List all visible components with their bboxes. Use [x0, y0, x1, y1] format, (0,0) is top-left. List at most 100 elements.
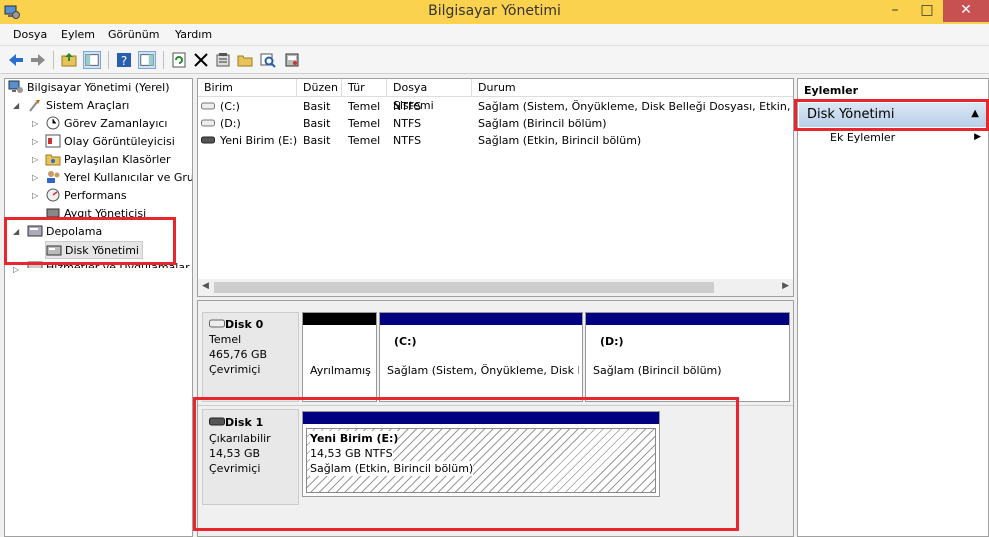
- partition-c[interactable]: (C:) Sağlam (Sistem, Önyükleme, Disk Be: [379, 312, 583, 402]
- maximize-button[interactable]: □: [912, 0, 942, 22]
- menu-bar: Dosya Eylem Görünüm Yardım: [0, 24, 989, 46]
- scroll-right-icon[interactable]: ▶: [782, 281, 789, 291]
- partition-d[interactable]: (D:) Sağlam (Birincil bölüm): [585, 312, 790, 402]
- delete-icon[interactable]: [192, 51, 210, 69]
- expand-arrow-icon[interactable]: ▷: [13, 265, 19, 274]
- partition-bar: [380, 313, 582, 325]
- disk-status: Çevrimiçi: [209, 363, 261, 376]
- expand-arrow-icon[interactable]: ▷: [32, 191, 38, 200]
- submenu-arrow-icon: ▶: [974, 132, 981, 142]
- disk-properties-icon[interactable]: [283, 51, 301, 69]
- table-cell: Basit: [303, 100, 331, 113]
- highlight-actions-box: [794, 99, 989, 131]
- menu-action[interactable]: Eylem: [61, 28, 95, 41]
- tree-item-system-tools[interactable]: Sistem Araçları: [27, 97, 129, 115]
- column-header-status[interactable]: Durum: [472, 79, 793, 97]
- search-icon[interactable]: [259, 51, 277, 69]
- table-cell: NTFS: [393, 100, 422, 113]
- tree-item-root[interactable]: Bilgisayar Yönetimi (Yerel): [8, 79, 170, 97]
- column-header-volume[interactable]: Birim: [198, 79, 297, 97]
- partition-status: Sağlam (Birincil bölüm): [593, 364, 722, 377]
- actions-pane: Eylemler Disk Yönetimi ▲ Ek Eylemler ▶: [797, 78, 989, 537]
- column-header-file-system[interactable]: Dosya Sistemi: [387, 79, 472, 112]
- horizontal-scrollbar[interactable]: ◀ ▶: [198, 279, 793, 296]
- column-header-layout[interactable]: Düzen: [297, 79, 342, 97]
- tree-label: Bilgisayar Yönetimi (Yerel): [27, 81, 170, 94]
- refresh-icon[interactable]: [170, 51, 188, 69]
- svg-text:?: ?: [121, 54, 127, 68]
- partition-bar: [586, 313, 789, 325]
- more-actions-item[interactable]: Ek Eylemler ▶: [830, 131, 985, 147]
- table-cell: Sağlam (Birincil bölüm): [478, 117, 607, 130]
- title-bar: Bilgisayar Yönetimi – □ ✕: [0, 0, 989, 24]
- tree-label: Görev Zamanlayıcı: [64, 117, 168, 130]
- highlight-storage-box: [4, 217, 176, 265]
- drive-icon: [201, 102, 215, 110]
- menu-view[interactable]: Görünüm: [108, 28, 159, 41]
- unallocated-partition[interactable]: Ayrılmamış: [302, 312, 377, 402]
- menu-file[interactable]: Dosya: [13, 28, 47, 41]
- toolbar: ?: [0, 46, 989, 74]
- volume-list: Birim Düzen Tür Dosya Sistemi Durum (C:)…: [197, 78, 794, 297]
- table-cell: (C:): [220, 100, 240, 113]
- table-cell: Temel: [348, 134, 381, 147]
- partition-label: Ayrılmamış: [310, 364, 371, 377]
- tree-item-local-users[interactable]: Yerel Kullanıcılar ve Gru: [45, 169, 193, 187]
- partition-title: (D:): [600, 335, 624, 348]
- expand-arrow-icon[interactable]: ▷: [32, 155, 38, 164]
- tree-item-shared-folders[interactable]: Paylaşılan Klasörler: [45, 151, 171, 169]
- more-actions-label: Ek Eylemler: [830, 131, 896, 144]
- tree-label: Yerel Kullanıcılar ve Gru: [64, 171, 193, 184]
- clock-icon: [46, 116, 60, 130]
- collapse-arrow-icon[interactable]: ◢: [13, 101, 19, 110]
- expand-arrow-icon[interactable]: ▷: [32, 173, 38, 182]
- scroll-left-icon[interactable]: ◀: [202, 281, 209, 291]
- disk-type: Temel: [209, 333, 242, 346]
- event-viewer-icon: [45, 134, 61, 148]
- disk-name: Disk 0: [225, 318, 264, 331]
- table-cell: (D:): [220, 117, 241, 130]
- disk-icon: [209, 319, 225, 328]
- tree-item-task-scheduler[interactable]: Görev Zamanlayıcı: [45, 115, 167, 133]
- up-folder-icon[interactable]: [60, 51, 78, 69]
- tree-item-event-viewer[interactable]: Olay Görüntüleyicisi: [45, 133, 175, 151]
- table-cell: Yeni Birim (E:): [220, 134, 298, 147]
- expand-arrow-icon[interactable]: ▷: [32, 119, 38, 128]
- tree-label: Performans: [64, 189, 127, 202]
- tree-item-performance[interactable]: Performans: [45, 187, 127, 205]
- users-icon: [47, 171, 60, 183]
- table-cell: Temel: [348, 117, 381, 130]
- scrollbar-thumb[interactable]: [214, 282, 714, 293]
- actions-header: Eylemler: [804, 84, 859, 97]
- expand-arrow-icon[interactable]: ▷: [32, 137, 38, 146]
- properties-icon[interactable]: [214, 51, 232, 69]
- window-title: Bilgisayar Yönetimi: [428, 3, 561, 19]
- disk0-info[interactable]: Disk 0 Temel 465,76 GB Çevrimiçi: [202, 312, 299, 402]
- menu-help[interactable]: Yardım: [175, 28, 212, 41]
- tree-label: Sistem Araçları: [46, 99, 130, 112]
- show-hide-action-pane-icon[interactable]: [138, 51, 156, 69]
- show-hide-tree-icon[interactable]: [83, 51, 101, 69]
- performance-icon: [46, 188, 60, 202]
- partition-title: (C:): [394, 335, 417, 348]
- navigation-tree: Bilgisayar Yönetimi (Yerel) ◢ Sistem Ara…: [4, 78, 193, 537]
- minimize-button[interactable]: –: [880, 0, 910, 22]
- help-icon[interactable]: ?: [115, 51, 133, 69]
- tools-icon: [29, 100, 40, 112]
- column-header-type[interactable]: Tür: [342, 79, 387, 97]
- computer-management-icon: [8, 80, 23, 93]
- forward-icon[interactable]: [29, 51, 47, 69]
- table-cell: Sağlam (Etkin, Birincil bölüm): [478, 134, 642, 147]
- tree-label: Olay Görüntüleyicisi: [64, 135, 175, 148]
- removable-drive-icon: [201, 136, 215, 144]
- partition-status: Sağlam (Sistem, Önyükleme, Disk Be: [387, 364, 579, 377]
- close-button[interactable]: ✕: [943, 0, 989, 22]
- table-cell: NTFS: [393, 117, 422, 130]
- disk-size: 465,76 GB: [209, 348, 268, 361]
- open-folder-icon[interactable]: [236, 51, 254, 69]
- back-icon[interactable]: [7, 51, 25, 69]
- drive-icon: [201, 119, 215, 127]
- table-cell: NTFS: [393, 134, 422, 147]
- table-cell: Sağlam (Sistem, Önyükleme, Disk Belleği …: [478, 100, 794, 113]
- shared-folder-icon: [45, 154, 61, 166]
